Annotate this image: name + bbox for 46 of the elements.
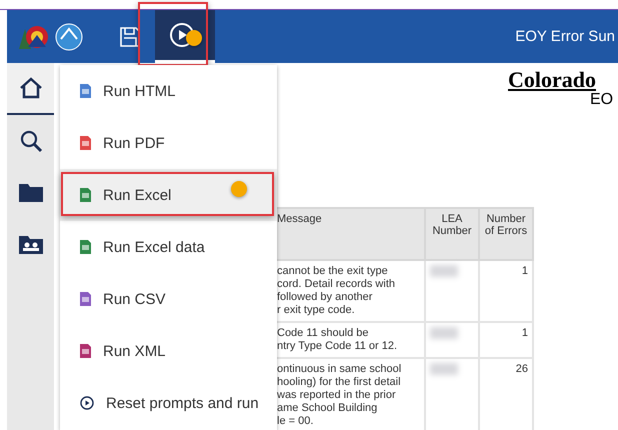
save-icon [119, 26, 141, 48]
html-file-icon [80, 84, 91, 98]
menu-item[interactable]: Run CSV [60, 273, 277, 325]
excel-file-icon [80, 240, 91, 254]
menu-item[interactable]: Run HTML [60, 65, 277, 117]
error-count: 1 [522, 327, 528, 339]
csv-file-icon [80, 292, 91, 306]
redacted-value [430, 265, 458, 277]
play-icon [169, 22, 195, 48]
report-title: EOY Error Sun [515, 28, 615, 45]
message-text: hooling) for the first detail [277, 376, 402, 389]
redacted-value [430, 327, 458, 339]
home-button[interactable] [7, 63, 54, 115]
message-text: le = 00. [277, 415, 314, 428]
column-header: LEA Number [425, 208, 479, 260]
menu-item[interactable]: Run Excel data [60, 221, 277, 273]
menu-item[interactable]: Run XML [60, 325, 277, 377]
folder-icon [18, 183, 44, 203]
message-text: ontinuous in same school [277, 363, 402, 376]
search-icon [18, 129, 42, 153]
redacted-value [430, 363, 458, 375]
message-text: cannot be the exit type [277, 265, 389, 278]
department-logo-icon [55, 22, 83, 50]
message-text: r exit type code. [277, 304, 356, 317]
error-count: 1 [522, 265, 528, 277]
message-text: ame School Building [277, 402, 378, 415]
message-text: Code 11 should be [277, 327, 370, 340]
home-icon [18, 76, 44, 100]
excel-file-icon [80, 188, 91, 202]
report-subheading: EO [590, 91, 614, 109]
cursor-icon [231, 181, 247, 197]
column-header: Number of Errors [479, 208, 533, 260]
message-text: was reported in the prior [277, 389, 397, 402]
menu-item[interactable]: Reset prompts and run [60, 377, 277, 429]
report-heading: Colorado [508, 67, 596, 92]
message-text: ntry Type Code 11 or 12. [277, 340, 398, 353]
message-text: cord. Detail records with [277, 278, 396, 291]
pdf-file-icon [80, 136, 91, 150]
team-folder-icon [18, 235, 44, 255]
menu-item[interactable]: Run PDF [60, 117, 277, 169]
play-icon [80, 396, 94, 410]
xml-file-icon [80, 344, 91, 358]
message-text: followed by another [277, 291, 374, 304]
error-count: 26 [516, 363, 528, 375]
menu-item[interactable]: Run Excel [60, 169, 277, 221]
run-button[interactable] [155, 10, 215, 63]
